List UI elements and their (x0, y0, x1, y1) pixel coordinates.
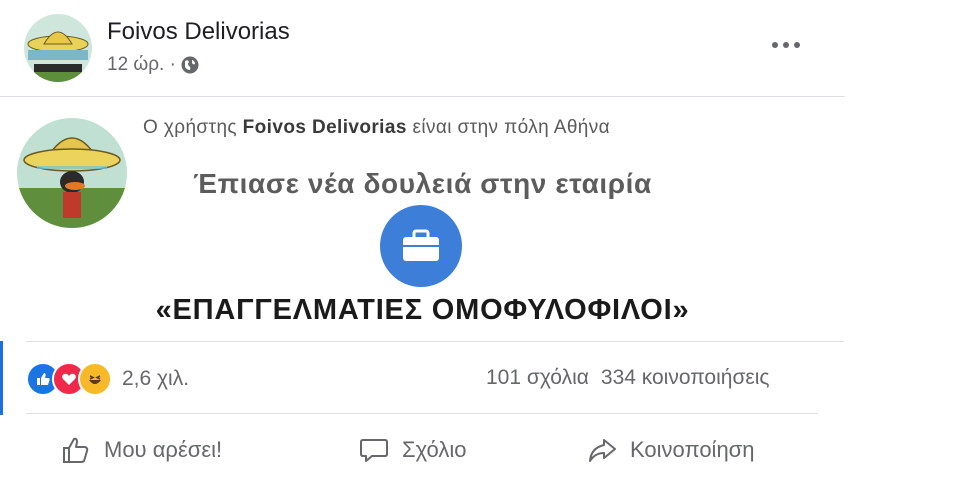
author-avatar[interactable] (24, 14, 92, 82)
post-card: Foivos Delivorias 12 ώρ. · Ο χρήστης Foi… (0, 0, 845, 494)
like-label: Μου αρέσει! (104, 437, 223, 462)
haha-reaction-icon (78, 362, 112, 396)
comment-icon (360, 439, 388, 462)
actions-divider (26, 413, 818, 414)
shares-count[interactable]: 334 κοινοποιήσεις (601, 366, 770, 390)
globe-icon (180, 55, 200, 75)
comment-button[interactable]: Σχόλιο (358, 428, 467, 472)
status-name[interactable]: Foivos Delivorias (243, 117, 407, 138)
reactions-summary[interactable]: 2,6 χιλ. (26, 362, 189, 396)
status-prefix: Ο χρήστης (143, 117, 237, 138)
share-label: Κοινοποίηση (630, 437, 755, 462)
post-meta: 12 ώρ. · (107, 54, 200, 76)
status-line: Ο χρήστης Foivos Delivorias είναι στην π… (143, 117, 610, 139)
reactions-count[interactable]: 2,6 χιλ. (122, 367, 189, 391)
like-button[interactable]: Μου αρέσει! (60, 428, 222, 472)
comments-count[interactable]: 101 σχόλια (486, 366, 589, 390)
comment-label: Σχόλιο (402, 437, 467, 462)
briefcase-icon (403, 229, 439, 261)
briefcase-badge (380, 205, 462, 287)
thumbs-up-icon (63, 437, 89, 463)
engagement-counts: 101 σχόλια 334 κοινοποιήσεις (486, 366, 770, 390)
company-name[interactable]: «ΕΠΑΓΓΕΛΜΑΤΙΕΣ ΟΜΟΦΥΛΟΦΙΛΟΙ» (0, 294, 845, 327)
share-arrow-icon (589, 439, 616, 462)
page: Foivos Delivorias 12 ώρ. · Ο χρήστης Foi… (0, 0, 960, 494)
more-options-button[interactable] (764, 30, 808, 60)
headline-text: Έπιασε νέα δουλειά στην εταιρία (193, 168, 652, 199)
focus-accent (0, 341, 3, 415)
share-button[interactable]: Κοινοποίηση (586, 428, 755, 472)
status-suffix: είναι στην πόλη Αθήνα (412, 117, 611, 138)
post-time[interactable]: 12 ώρ. · (107, 54, 176, 76)
life-event-headline: Έπιασε νέα δουλειά στην εταιρία (0, 168, 845, 200)
content-divider (26, 341, 844, 342)
more-options-icon (772, 42, 800, 48)
header-divider (0, 96, 845, 97)
author-name[interactable]: Foivos Delivorias (107, 18, 290, 46)
